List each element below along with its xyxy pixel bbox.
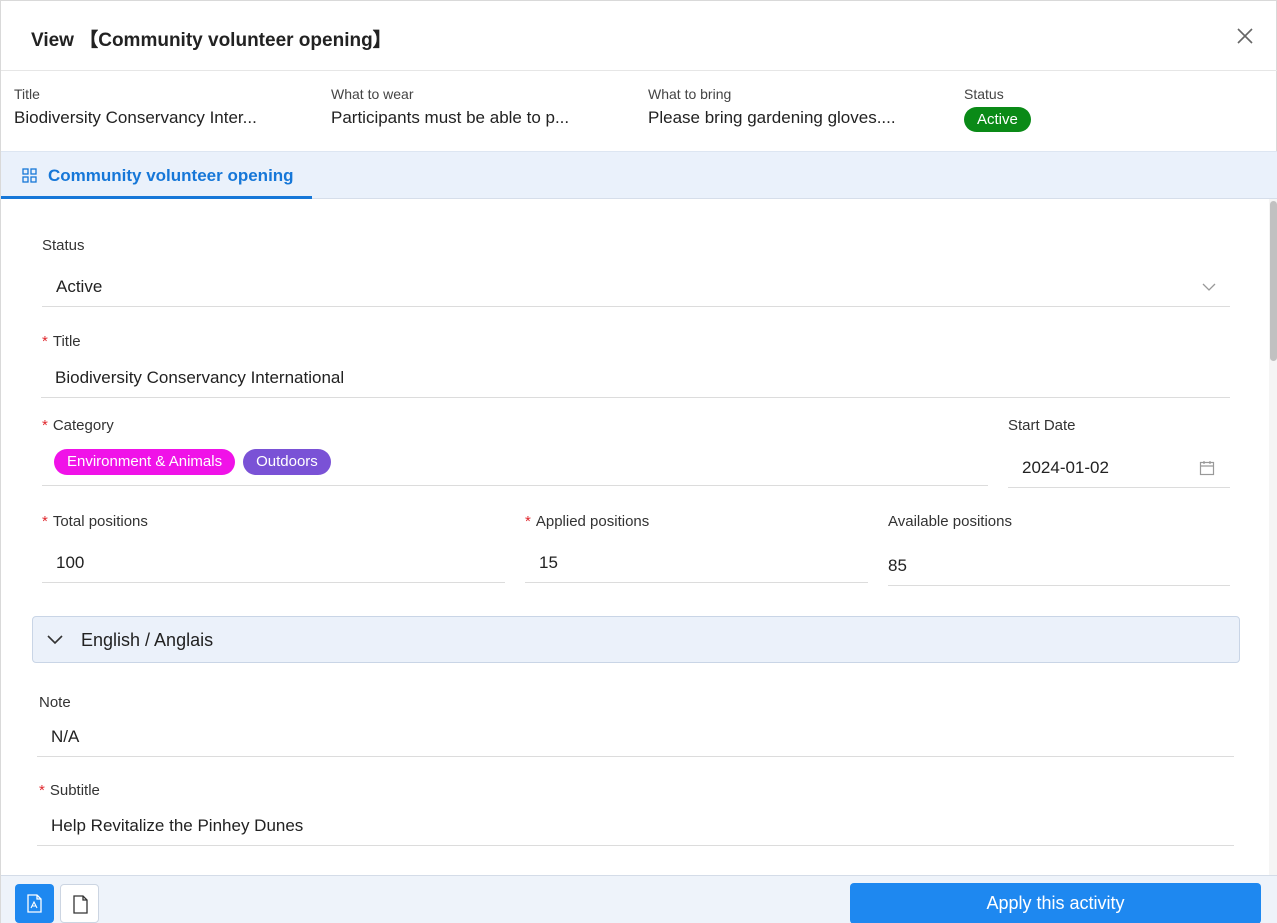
subtitle-field[interactable]: Help Revitalize the Pinhey Dunes <box>37 806 1234 846</box>
available-positions-field: 85 <box>888 546 1230 586</box>
subtitle-label-text: Subtitle <box>49 782 100 799</box>
summary-title-value: Biodiversity Conservancy Inter... <box>14 108 257 127</box>
scrollbar[interactable] <box>1269 199 1277 875</box>
applied-positions-label-text: Applied positions <box>535 513 650 530</box>
status-badge: Active <box>964 107 1031 132</box>
category-chip[interactable]: Environment & Animals <box>54 448 236 475</box>
applied-positions-field[interactable]: 15 <box>525 543 868 583</box>
subtitle-label: * Subtitle <box>39 782 100 799</box>
summary-wear: What to wear Participants must be able t… <box>331 86 611 128</box>
status-select-value: Active <box>56 277 103 296</box>
tab-community-volunteer-opening[interactable]: Community volunteer opening <box>1 152 312 199</box>
status-select[interactable]: Active <box>42 267 1230 307</box>
title-label-text: Title <box>52 333 81 350</box>
category-chip[interactable]: Outdoors <box>243 448 331 475</box>
required-marker: * <box>525 513 531 530</box>
chevron-down-icon <box>1202 283 1216 291</box>
category-label: * Category <box>42 417 114 434</box>
summary-bar: Title Biodiversity Conservancy Inter... … <box>1 71 1277 151</box>
available-positions-label: Available positions <box>888 513 1012 530</box>
summary-bring-label: What to bring <box>648 86 732 102</box>
document-icon <box>73 895 88 914</box>
dialog-footer: Apply this activity <box>1 875 1277 923</box>
scrollbar-thumb[interactable] <box>1270 201 1277 361</box>
status-label: Status <box>42 237 85 254</box>
category-label-text: Category <box>52 417 114 434</box>
view-dialog: View 【Community volunteer opening】 Title… <box>0 0 1277 923</box>
total-positions-label: * Total positions <box>42 513 148 530</box>
summary-wear-value: Participants must be able to p... <box>331 108 570 127</box>
calendar-icon <box>1199 461 1215 476</box>
title-field[interactable]: Biodiversity Conservancy International <box>41 358 1230 398</box>
form-content: Status Active * Title Biodiversity Conser… <box>1 199 1277 875</box>
total-positions-field[interactable]: 100 <box>42 543 505 583</box>
close-icon <box>1237 28 1253 44</box>
summary-bring: What to bring Please bring gardening glo… <box>648 86 928 128</box>
note-label: Note <box>39 694 71 711</box>
title-label: * Title <box>42 333 81 350</box>
grid-icon <box>22 168 37 183</box>
summary-status: Status Active <box>964 86 1244 132</box>
apply-activity-button[interactable]: Apply this activity <box>850 883 1261 923</box>
tab-label: Community volunteer opening <box>48 166 294 185</box>
start-date-label: Start Date <box>1008 417 1076 434</box>
summary-title: Title Biodiversity Conservancy Inter... <box>14 86 294 128</box>
total-positions-label-text: Total positions <box>52 513 148 530</box>
required-marker: * <box>42 333 48 350</box>
note-field[interactable]: N/A <box>37 717 1234 757</box>
required-marker: * <box>42 417 48 434</box>
required-marker: * <box>39 782 45 799</box>
export-document-button[interactable] <box>60 884 99 923</box>
required-marker: * <box>42 513 48 530</box>
tab-bar: Community volunteer opening <box>1 151 1277 199</box>
summary-status-label: Status <box>964 86 1004 102</box>
language-section-label: English / Anglais <box>81 630 214 650</box>
chevron-down-icon <box>47 635 63 645</box>
start-date-field[interactable]: 2024-01-02 <box>1008 448 1230 488</box>
dialog-title: View 【Community volunteer opening】 <box>31 30 392 51</box>
start-date-value: 2024-01-02 <box>1022 458 1109 477</box>
close-button[interactable] <box>1234 25 1256 47</box>
category-field[interactable]: Environment & Animals Outdoors <box>42 446 988 486</box>
language-section-header[interactable]: English / Anglais <box>32 616 1240 663</box>
summary-title-label: Title <box>14 86 40 102</box>
dialog-header: View 【Community volunteer opening】 <box>1 1 1277 71</box>
pdf-file-icon <box>27 894 42 913</box>
export-pdf-button[interactable] <box>15 884 54 923</box>
summary-bring-value: Please bring gardening gloves.... <box>648 108 896 127</box>
summary-wear-label: What to wear <box>331 86 414 102</box>
applied-positions-label: * Applied positions <box>525 513 649 530</box>
